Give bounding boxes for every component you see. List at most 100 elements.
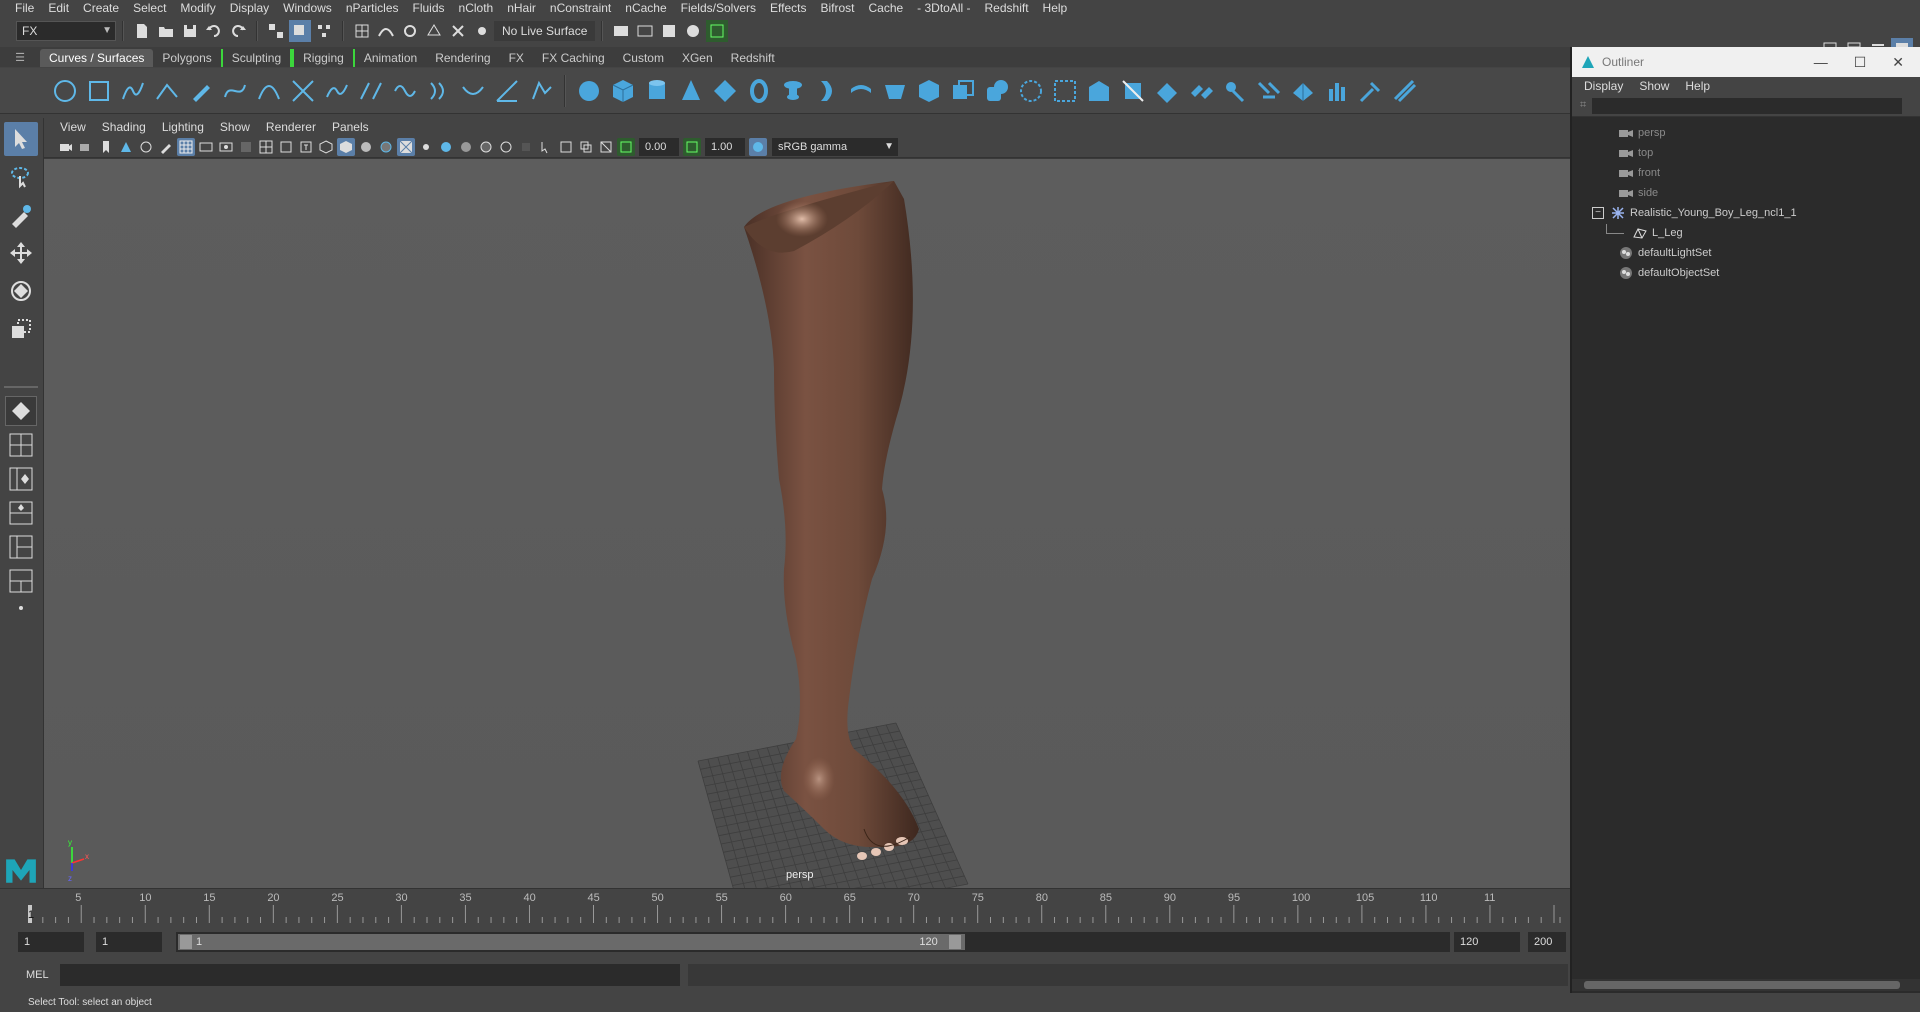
- nurbs-sphere-icon[interactable]: [572, 73, 606, 109]
- persp-hypershade-layout-icon[interactable]: [5, 532, 37, 562]
- menu-modify[interactable]: Modify: [173, 0, 222, 17]
- undo-icon[interactable]: [203, 20, 225, 42]
- panel-menu-shading[interactable]: Shading: [94, 120, 154, 134]
- select-camera-icon[interactable]: [57, 138, 75, 156]
- 3d-viewport[interactable]: y x z persp: [44, 159, 1570, 888]
- attach-surface-icon[interactable]: [1150, 73, 1184, 109]
- tab-polygons[interactable]: Polygons: [153, 49, 220, 67]
- outliner-menu-help[interactable]: Help: [1677, 79, 1718, 93]
- image-plane-icon[interactable]: [117, 138, 135, 156]
- snap-together-icon[interactable]: [471, 20, 493, 42]
- command-input[interactable]: [60, 964, 680, 986]
- outliner-item-defaultobjectset[interactable]: defaultObjectSet: [1572, 263, 1920, 283]
- menu-select[interactable]: Select: [126, 0, 173, 17]
- nurbs-torus-icon[interactable]: [742, 73, 776, 109]
- sculpt-icon[interactable]: [1320, 73, 1354, 109]
- 2d-pan-zoom-icon[interactable]: [137, 138, 155, 156]
- wireframe-icon[interactable]: [317, 138, 335, 156]
- film-gate-icon[interactable]: [197, 138, 215, 156]
- open-scene-icon[interactable]: [155, 20, 177, 42]
- nurbs-cone-icon[interactable]: [674, 73, 708, 109]
- panel-menu-show[interactable]: Show: [212, 120, 258, 134]
- range-fill[interactable]: [178, 934, 966, 950]
- new-scene-icon[interactable]: [131, 20, 153, 42]
- cut-curve-icon[interactable]: [286, 73, 320, 109]
- menu-display[interactable]: Display: [223, 0, 276, 17]
- exposure-field[interactable]: 0.00: [639, 137, 679, 156]
- field-chart-icon[interactable]: [257, 138, 275, 156]
- menu-create[interactable]: Create: [76, 0, 126, 17]
- persp-graph-layout-icon[interactable]: [5, 498, 37, 528]
- gamma-toggle-icon[interactable]: [683, 137, 701, 156]
- smooth-shade-icon[interactable]: [337, 137, 355, 156]
- color-management-icon[interactable]: [749, 137, 767, 156]
- use-all-lights-icon[interactable]: [417, 138, 435, 156]
- animation-end-field[interactable]: 200: [1528, 932, 1566, 952]
- grid-toggle-icon[interactable]: [177, 137, 195, 156]
- outliner-menu-display[interactable]: Display: [1576, 79, 1631, 93]
- menu-nhair[interactable]: nHair: [500, 0, 543, 17]
- tab-rendering[interactable]: Rendering: [426, 49, 499, 67]
- menu-effects[interactable]: Effects: [763, 0, 813, 17]
- untrim-icon[interactable]: [1116, 73, 1150, 109]
- outliner-item-top[interactable]: top: [1572, 143, 1920, 163]
- animation-start-field[interactable]: 1: [18, 932, 84, 952]
- scrollbar-thumb[interactable]: [1584, 981, 1900, 989]
- camera-attributes-icon[interactable]: [77, 138, 95, 156]
- render-frame-icon[interactable]: [610, 20, 632, 42]
- snap-live-icon[interactable]: [447, 20, 469, 42]
- project-curve-icon[interactable]: [1048, 73, 1082, 109]
- revolve-surface-icon[interactable]: [776, 73, 810, 109]
- snap-view-plane-icon[interactable]: [423, 20, 445, 42]
- rebuild-curve-icon[interactable]: [388, 73, 422, 109]
- tab-fx[interactable]: FX: [500, 49, 533, 67]
- render-settings-icon[interactable]: [658, 20, 680, 42]
- menu-3dtoall[interactable]: - 3DtoAll -: [910, 0, 977, 17]
- menu-nconstraint[interactable]: nConstraint: [543, 0, 618, 17]
- anti-aliasing-icon[interactable]: [497, 138, 515, 156]
- menu-cache[interactable]: Cache: [861, 0, 910, 17]
- loft-surface-icon[interactable]: [844, 73, 878, 109]
- menu-edit[interactable]: Edit: [41, 0, 76, 17]
- isolate-select-icon[interactable]: [537, 138, 555, 156]
- outliner-item-l-leg[interactable]: L_Leg: [1572, 223, 1920, 243]
- arc-icon[interactable]: [252, 73, 286, 109]
- detach-curve-icon[interactable]: [354, 73, 388, 109]
- resolution-gate-icon[interactable]: [217, 138, 235, 156]
- menu-bifrost[interactable]: Bifrost: [813, 0, 861, 17]
- menu-redshift[interactable]: Redshift: [978, 0, 1036, 17]
- trim-icon[interactable]: [1082, 73, 1116, 109]
- snap-curve-icon[interactable]: [375, 20, 397, 42]
- exposure-toggle-icon[interactable]: [617, 137, 635, 156]
- bezier-curve-icon[interactable]: [218, 73, 252, 109]
- outliner-item-group[interactable]: − Realistic_Young_Boy_Leg_ncl1_1: [1572, 203, 1920, 223]
- view-transform-dropdown[interactable]: sRGB gamma ▼: [772, 137, 898, 156]
- safe-title-icon[interactable]: [297, 138, 315, 156]
- scale-tool-icon[interactable]: [4, 312, 38, 346]
- smooth-icon[interactable]: [1354, 73, 1388, 109]
- menu-windows[interactable]: Windows: [276, 0, 339, 17]
- playback-start-field[interactable]: 1: [96, 932, 162, 952]
- time-slider[interactable]: 5 10 15 20 25 30 35 40 45 50 55 60 65 70 75 80 85 90 95 100…: [0, 888, 1570, 924]
- gamma-field[interactable]: 1.00: [705, 137, 745, 156]
- detach-surface-icon[interactable]: [1184, 73, 1218, 109]
- maximize-icon[interactable]: ☐: [1854, 54, 1867, 71]
- menu-file[interactable]: File: [8, 0, 41, 17]
- select-tool-icon[interactable]: [4, 122, 38, 156]
- shadows-icon[interactable]: [437, 138, 455, 156]
- rebuild-surface-icon[interactable]: [1286, 73, 1320, 109]
- xray-icon[interactable]: [557, 138, 575, 156]
- open-close-icon[interactable]: [1252, 73, 1286, 109]
- range-start-handle[interactable]: [180, 935, 192, 949]
- gate-mask-icon[interactable]: [237, 138, 255, 156]
- range-bar[interactable]: 1 120: [176, 932, 1450, 952]
- menu-nparticles[interactable]: nParticles: [339, 0, 406, 17]
- move-tool-icon[interactable]: [4, 236, 38, 270]
- extrude-surface-icon[interactable]: [810, 73, 844, 109]
- select-component-icon[interactable]: [313, 20, 335, 42]
- hypershade-icon[interactable]: [682, 20, 704, 42]
- ipr-render-icon[interactable]: [634, 20, 656, 42]
- redo-icon[interactable]: [227, 20, 249, 42]
- nurbs-cylinder-icon[interactable]: [640, 73, 674, 109]
- select-hierarchy-icon[interactable]: [265, 20, 287, 42]
